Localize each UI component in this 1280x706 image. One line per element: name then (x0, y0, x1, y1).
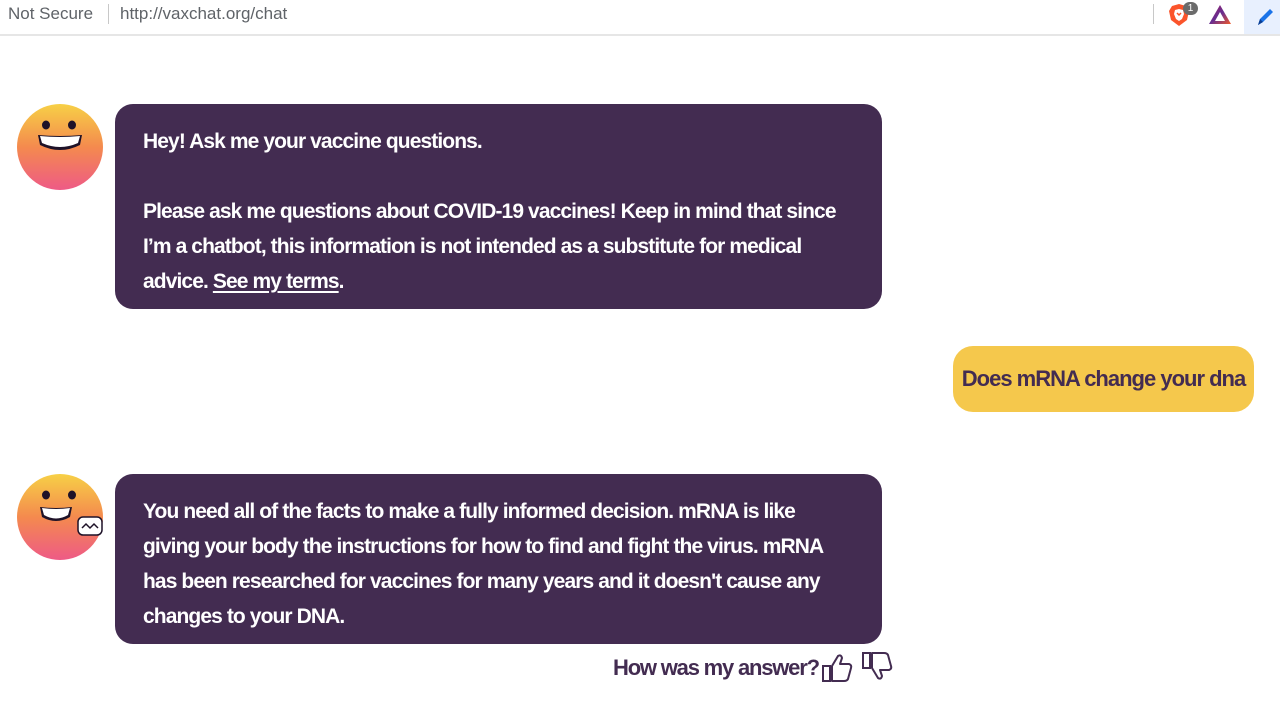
url-field[interactable]: http://vaxchat.org/chat (120, 4, 287, 24)
bot-avatar (17, 474, 103, 560)
extension-button[interactable] (1244, 0, 1280, 34)
answer-feedback: How was my answer? (613, 650, 895, 686)
extensions-divider (1153, 4, 1154, 24)
thumbs-down-icon[interactable] (861, 650, 895, 682)
pen-icon (1258, 9, 1273, 25)
bot-greeting: Hey! Ask me your vaccine questions. (143, 130, 483, 153)
address-divider (108, 4, 109, 24)
thumbs-up-icon[interactable] (821, 652, 855, 684)
feedback-label: How was my answer? (613, 655, 820, 680)
brave-shield-badge: 1 (1183, 2, 1198, 15)
security-indicator[interactable]: Not Secure (8, 4, 93, 24)
bot-message-text: Please ask me questions about COVID-19 v… (143, 194, 854, 299)
user-message-bubble: Does mRNA change your dna (953, 346, 1254, 412)
user-message-text: Does mRNA change your dna (961, 366, 1246, 391)
terms-link[interactable]: See my terms (213, 270, 340, 293)
bot-avatar (17, 104, 103, 190)
bot-disclaimer-end: . (338, 270, 345, 293)
bot-answer-bubble: You need all of the facts to make a full… (115, 474, 882, 644)
bot-answer-text: You need all of the facts to make a full… (143, 500, 823, 628)
browser-address-bar: Not Secure http://vaxchat.org/chat 1 (0, 0, 1280, 36)
brave-rewards-icon[interactable] (1207, 3, 1233, 27)
bot-message-bubble: Hey! Ask me your vaccine questions. Plea… (115, 104, 882, 309)
